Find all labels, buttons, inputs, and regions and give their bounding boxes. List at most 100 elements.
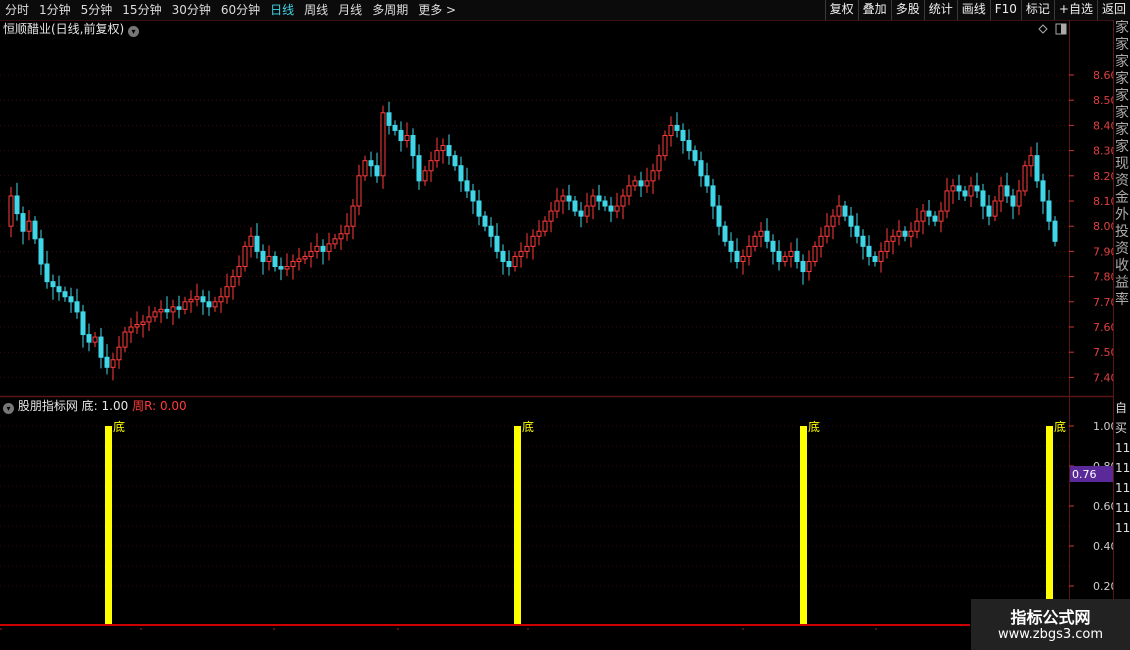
candle-body (878, 250, 884, 262)
candle-body (416, 155, 422, 182)
candle-body (104, 356, 110, 368)
candle-body (722, 225, 728, 242)
candle-body (56, 286, 62, 293)
candle-body (758, 230, 764, 237)
watermark-title: 指标公式网 (1010, 608, 1091, 627)
candle-body (470, 190, 476, 202)
candle-body (686, 140, 692, 152)
candle-body (776, 250, 782, 262)
price-label: 7.80 (1093, 271, 1113, 284)
candle-body (572, 200, 578, 212)
candle-body (998, 185, 1004, 202)
candle-body (482, 215, 488, 227)
candle-body (842, 205, 848, 217)
candle-body (650, 170, 656, 182)
indicator-axis-label: 0.40 (1093, 540, 1113, 553)
candle-body (458, 165, 464, 182)
candle-body (608, 205, 614, 212)
candle-body (188, 298, 194, 303)
candle-body (350, 205, 356, 227)
candle-body (542, 220, 548, 232)
candle-body (794, 250, 800, 262)
candle-body (656, 155, 662, 172)
candle-body (362, 160, 368, 177)
candle-body (284, 266, 290, 270)
candle-body (206, 301, 212, 308)
di-value: 1.00 (101, 399, 129, 413)
candle-body (110, 359, 116, 368)
candle-body (836, 205, 842, 217)
candle-body (680, 129, 686, 142)
candle-body (278, 266, 284, 270)
candle-body (584, 205, 590, 217)
price-label: 7.50 (1093, 346, 1113, 359)
indicator-axis-label: 1.00 (1093, 420, 1113, 433)
candle-body (1046, 200, 1052, 222)
candle-body (854, 225, 860, 237)
candle-body (1010, 195, 1016, 207)
candle-body (1052, 220, 1058, 242)
candle-body (242, 245, 248, 268)
candle-body (38, 238, 44, 265)
candle-body (1034, 155, 1040, 182)
candle-body (194, 296, 200, 300)
right-info-sidebar[interactable]: 家家家家家家家家现资金外投资收益率 自买1111111111 (1113, 20, 1130, 628)
candle-body (914, 220, 920, 232)
candle-body (452, 155, 458, 167)
candle-body (632, 180, 638, 187)
candle-body (734, 250, 740, 262)
candle-body (308, 250, 314, 257)
candle-body (158, 308, 164, 313)
candle-body (62, 291, 68, 298)
candle-body (800, 260, 806, 273)
watermark: 指标公式网 www.zbgs3.com (971, 599, 1130, 650)
signal-bar (1046, 426, 1053, 624)
candle-body (98, 336, 104, 358)
candle-body (698, 160, 704, 177)
candle-body (956, 185, 962, 192)
candle-body (140, 321, 146, 325)
candle-body (86, 334, 92, 343)
candle-body (488, 225, 494, 237)
diamond-icon (1038, 24, 1048, 34)
candle-body (596, 195, 602, 202)
candle-body (212, 301, 218, 308)
candle-body (26, 220, 32, 232)
candle-body (860, 235, 866, 247)
candle-body (830, 215, 836, 227)
candle-body (602, 200, 608, 207)
price-label: 8.10 (1093, 195, 1113, 208)
candle-body (128, 326, 134, 333)
price-label: 8.60 (1093, 69, 1113, 82)
candle-body (752, 235, 758, 247)
candle-body (80, 311, 86, 336)
candle-body (764, 230, 770, 242)
window-toggle-icon (1055, 23, 1067, 35)
candle-body (548, 210, 554, 222)
candle-body (590, 195, 596, 207)
window-toggle-fill (1061, 24, 1066, 34)
candle-body (986, 205, 992, 217)
candle-body (1022, 165, 1028, 192)
indicator-title: ▾ 股朋指标网 底: 1.00 周R: 0.00 (3, 398, 187, 414)
indicator-axis-label: 0.60 (1093, 500, 1113, 513)
candle-body (710, 185, 716, 207)
candle-body (962, 190, 968, 197)
candle-body (398, 129, 404, 142)
candle-body (536, 230, 542, 237)
candle-body (704, 175, 710, 187)
sidebar-text: 家家家家家家家家现资金外投资收益率 (1115, 20, 1129, 308)
candle-body (254, 235, 260, 252)
stock-name: 恒顺醋业(日线,前复权) (3, 22, 125, 36)
diamond-icon-shape (1038, 24, 1048, 34)
candle-body (410, 134, 416, 157)
chevron-down-icon[interactable]: ▾ (128, 26, 140, 37)
candle-body (890, 235, 896, 242)
chevron-down-icon[interactable]: ▾ (3, 403, 14, 414)
candle-body (218, 296, 224, 303)
chart-canvas[interactable]: 8.60 8.50 8.40 8.30 8.20 8.10 8.00 7.90 7.80 7.70… (0, 0, 1113, 630)
candle-body (302, 255, 308, 260)
candle-body (578, 210, 584, 217)
candle-body (260, 250, 266, 262)
candle-body (788, 250, 794, 257)
